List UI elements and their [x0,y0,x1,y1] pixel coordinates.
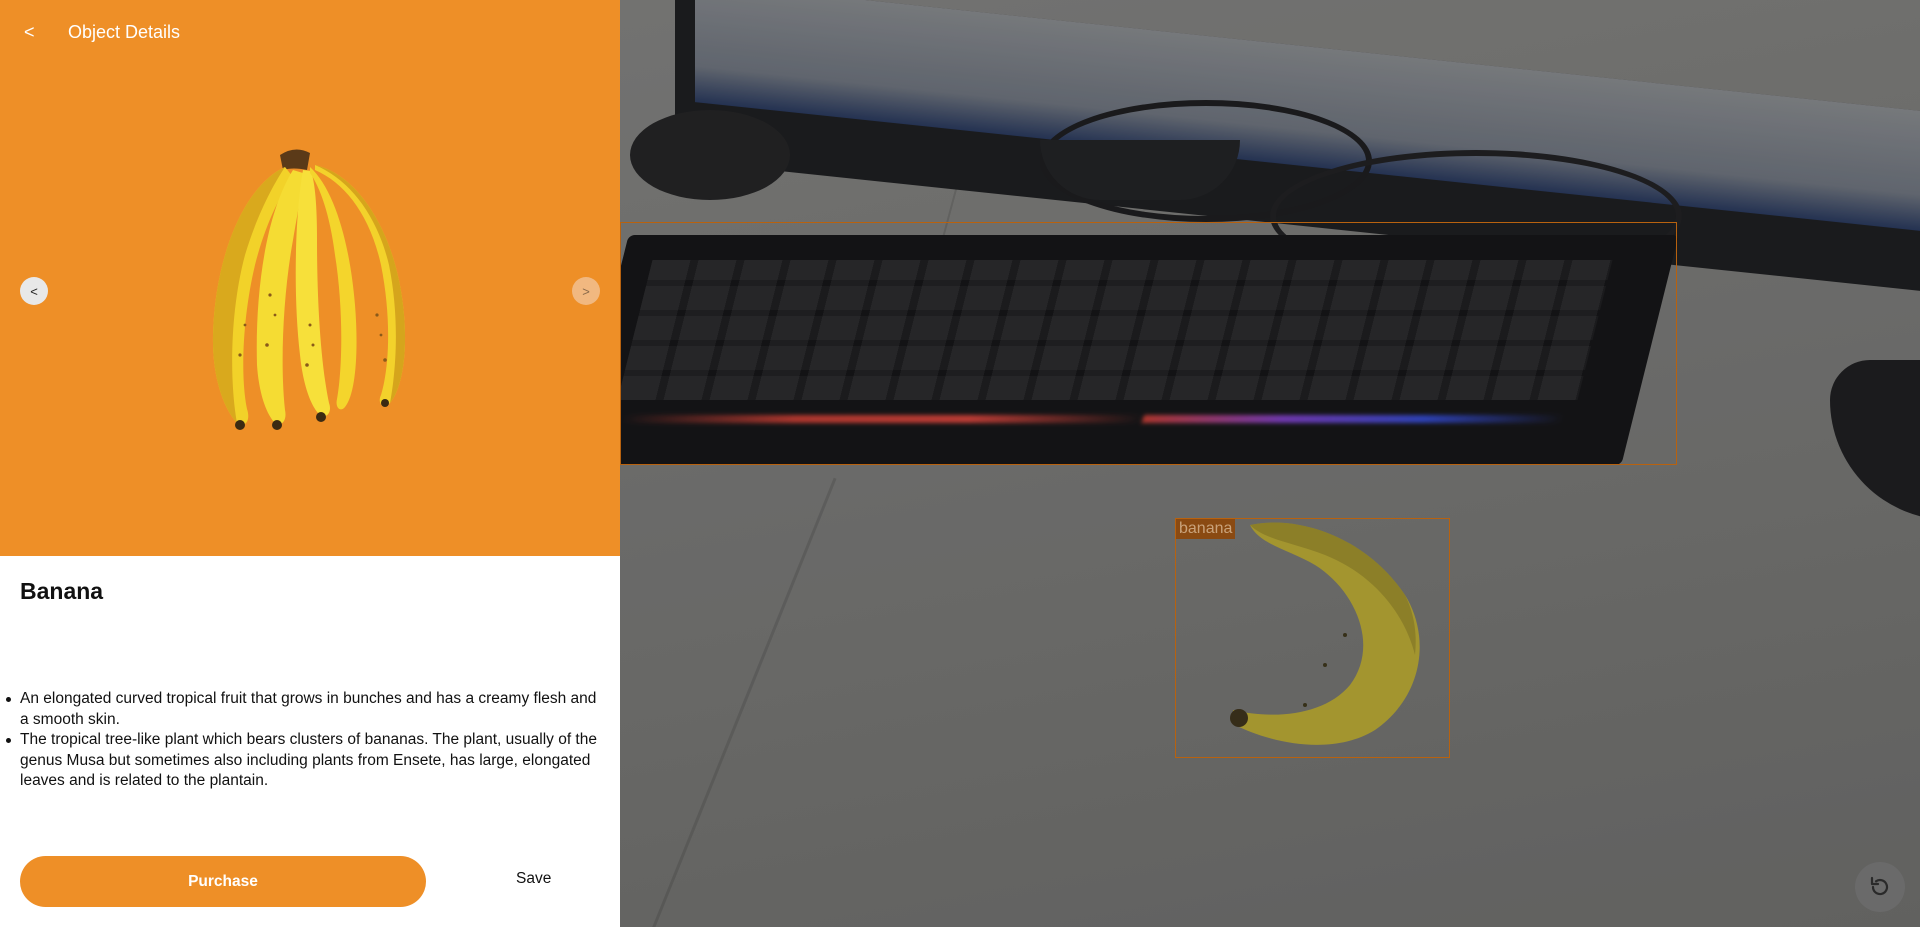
detection-box-keyboard[interactable] [620,222,1677,465]
camera-view[interactable]: banana [620,0,1920,927]
carousel-next-button[interactable]: > [572,277,600,305]
description-list: An elongated curved tropical fruit that … [6,689,600,792]
carousel-prev-button[interactable]: < [20,277,48,305]
details-panel: < Object Details < > Banana An elongated… [0,0,620,927]
action-bar: Purchase Save [20,856,600,907]
save-button[interactable]: Save [510,869,557,889]
object-name: Banana [20,578,104,604]
app-root: banana < Object Details < > Banana An el… [0,0,1920,927]
purchase-button[interactable]: Purchase [20,856,426,907]
hero-section: < Object Details < > [0,0,620,556]
description-item: An elongated curved tropical fruit that … [6,689,600,730]
detection-box-banana[interactable]: banana [1175,518,1450,758]
description-item: The tropical tree-like plant which bears… [6,730,600,792]
banana-bunch-image [212,149,406,430]
rotate-ccw-icon [1870,876,1889,896]
details-body: Banana An elongated curved tropical frui… [0,556,620,792]
detection-label: banana [1176,519,1236,539]
reset-button[interactable] [1855,862,1905,912]
back-button[interactable]: < [20,20,39,45]
page-title: Object Details [68,22,181,42]
